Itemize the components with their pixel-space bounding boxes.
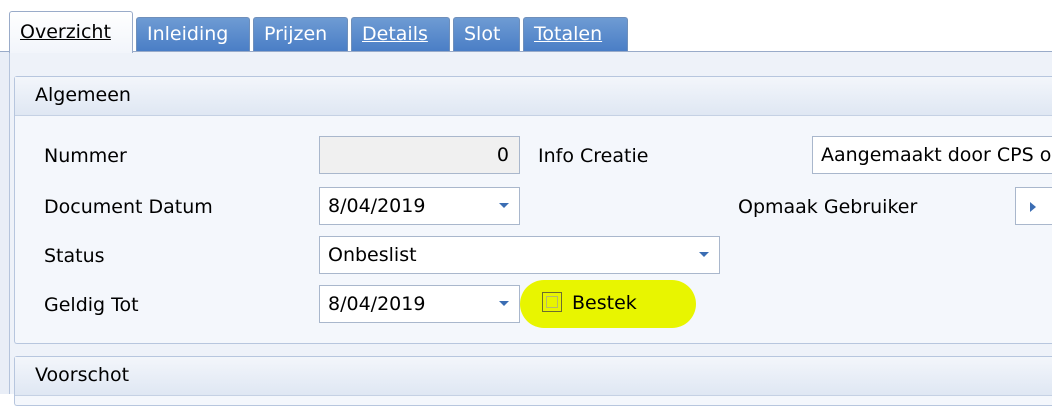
group-voorschot-title: Voorschot	[35, 364, 130, 386]
tab-slot-label: Slot	[464, 23, 501, 45]
tab-inleiding-label: Inleiding	[147, 23, 229, 45]
tab-prijzen-label: Prijzen	[264, 23, 328, 45]
tab-overzicht[interactable]: Overzicht	[9, 11, 133, 53]
status-value: Onbeslist	[328, 244, 417, 266]
tab-overzicht-label: Overzicht	[20, 21, 111, 43]
status-label: Status	[44, 245, 105, 267]
chevron-right-icon	[1030, 202, 1036, 212]
tab-totalen-label: Totalen	[534, 23, 603, 45]
tab-inleiding[interactable]: Inleiding	[136, 17, 250, 51]
nummer-label: Nummer	[44, 145, 127, 167]
document-datum-field[interactable]: 8/04/2019	[319, 187, 520, 225]
group-voorschot: Voorschot	[14, 356, 1052, 406]
group-algemeen-header[interactable]: Algemeen	[15, 77, 1052, 116]
bestek-checkbox[interactable]	[542, 292, 562, 312]
geldig-tot-label: Geldig Tot	[44, 294, 139, 316]
nummer-value: 0	[496, 144, 509, 166]
geldig-tot-value: 8/04/2019	[328, 293, 426, 315]
tab-slot[interactable]: Slot	[453, 17, 520, 51]
tab-details[interactable]: Details	[351, 17, 450, 51]
opmaak-gebruiker-button[interactable]	[1015, 187, 1052, 225]
chevron-down-icon[interactable]	[699, 252, 709, 257]
info-creatie-value: Aangemaakt door CPS o	[821, 144, 1052, 166]
geldig-tot-field[interactable]: 8/04/2019	[319, 285, 520, 323]
nummer-field[interactable]: 0	[319, 136, 520, 174]
info-creatie-label: Info Creatie	[538, 145, 649, 167]
chevron-down-icon[interactable]	[499, 203, 509, 208]
chevron-down-icon[interactable]	[499, 301, 509, 306]
document-datum-value: 8/04/2019	[328, 195, 426, 217]
opmaak-gebruiker-label: Opmaak Gebruiker	[738, 196, 918, 218]
status-select[interactable]: Onbeslist	[319, 236, 720, 274]
tab-totalen[interactable]: Totalen	[523, 17, 628, 51]
document-datum-label: Document Datum	[44, 196, 213, 218]
info-creatie-field[interactable]: Aangemaakt door CPS o	[812, 136, 1052, 174]
tab-strip: Overzicht Inleiding Prijzen Details Slot…	[0, 0, 1052, 53]
group-voorschot-header[interactable]: Voorschot	[15, 357, 1052, 396]
tab-prijzen[interactable]: Prijzen	[253, 17, 348, 51]
group-algemeen-title: Algemeen	[35, 84, 131, 106]
bestek-label[interactable]: Bestek	[572, 292, 637, 314]
tab-details-label: Details	[362, 23, 428, 45]
